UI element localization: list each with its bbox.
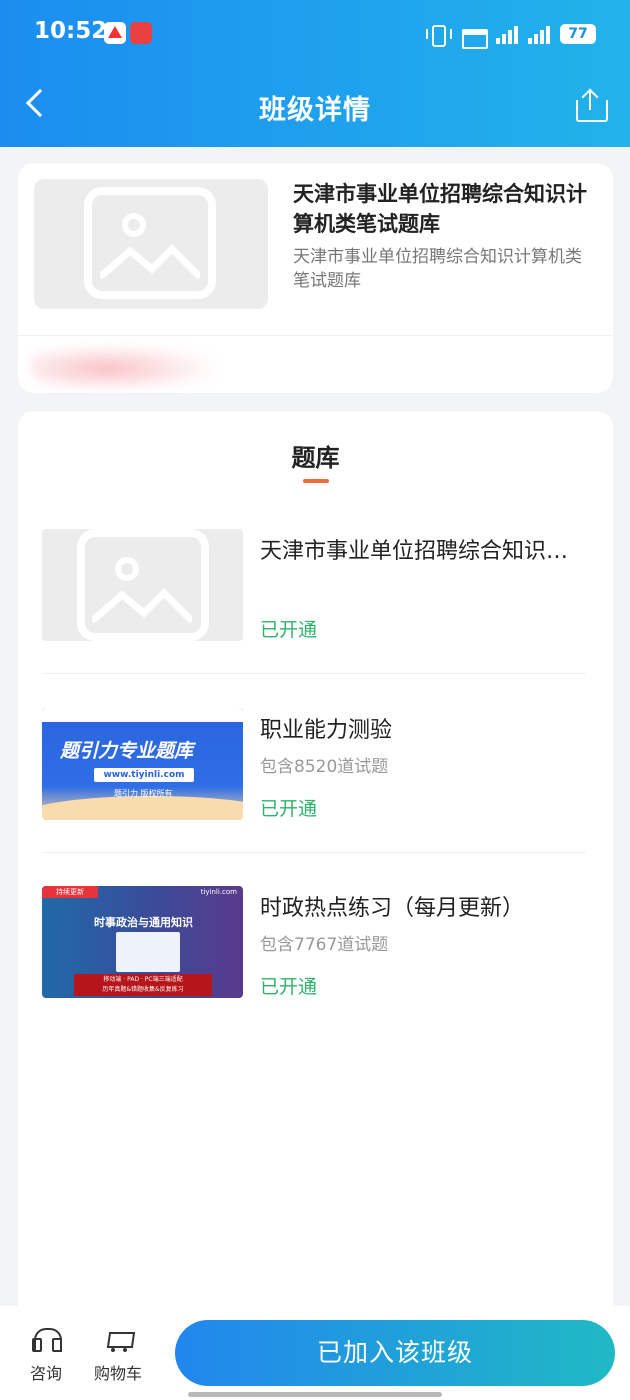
promo-owner: 题引力 版权所有: [114, 789, 173, 798]
page-title: 班级详情: [259, 95, 371, 126]
question-bank-card: 题库 天津市事业单位招聘综合知识计算机类笔试题库 已开通 题引力专业题库 www…: [18, 411, 613, 1306]
device-mockup: [116, 932, 180, 972]
promo-band-line: 历年真题&错题收集&反复练习: [102, 986, 184, 993]
class-cover-image: [34, 179, 268, 309]
consult-button[interactable]: 咨询: [16, 1326, 76, 1384]
item-status: 已开通: [260, 619, 318, 641]
list-item[interactable]: 持续更新 tiyinli.com 时事政治与通用知识 移动端 · PAD · P…: [42, 886, 586, 998]
item-title: 职业能力测验: [260, 718, 393, 743]
app-notification-icon: [130, 22, 152, 44]
class-title: 天津市事业单位招聘综合知识计算机类笔试题库: [293, 182, 587, 236]
class-info-card: 天津市事业单位招聘综合知识计算机类笔试题库 天津市事业单位招聘综合知识计算机类笔…: [18, 163, 613, 393]
consult-label: 咨询: [29, 1364, 62, 1383]
item-cover-image: 持续更新 tiyinli.com 时事政治与通用知识 移动端 · PAD · P…: [42, 886, 243, 998]
cart-button[interactable]: 购物车: [88, 1326, 148, 1384]
joined-class-button[interactable]: 已加入该班级: [175, 1320, 615, 1386]
promo-tag: 持续更新: [42, 886, 98, 898]
item-title: 时政热点练习（每月更新）: [260, 896, 525, 921]
clock: 10:52: [34, 18, 108, 44]
promo-headline: 题引力专业题库: [60, 740, 194, 762]
divider: [42, 673, 586, 674]
promo-band-line: 移动端 · PAD · PC端三端适配: [103, 976, 183, 983]
home-indicator: [188, 1392, 442, 1397]
share-icon[interactable]: [576, 88, 608, 122]
status-icons: 77: [424, 21, 596, 49]
class-subtitle: 天津市事业单位招聘综合知识计算机类笔试题库: [293, 247, 582, 291]
vibrate-icon: [424, 25, 452, 47]
nav-bar: 班级详情: [0, 78, 630, 136]
blurred-price: [30, 343, 220, 389]
cart-icon: [103, 1326, 133, 1354]
promo-site: tiyinli.com: [200, 888, 237, 896]
list-item[interactable]: 天津市事业单位招聘综合知识计算机类笔试题库 已开通: [42, 529, 590, 641]
item-cover-image: [42, 529, 243, 641]
signal-icon: [528, 24, 550, 44]
item-cover-image: 题引力专业题库 www.tiyinli.com 题引力 版权所有: [42, 708, 243, 820]
status-bar: 10:52 77: [0, 0, 630, 70]
signal-icon: [496, 24, 518, 44]
divider: [18, 335, 613, 336]
battery-icon: 77: [560, 24, 596, 44]
headset-icon: [31, 1326, 62, 1354]
app-notification-icon: [104, 22, 126, 44]
section-underline: [303, 479, 329, 483]
promo-headline: 时事政治与通用知识: [94, 916, 193, 929]
item-title: 天津市事业单位招聘综合知识计算机类笔试题库: [260, 539, 590, 564]
item-status: 已开通: [260, 798, 318, 820]
bottom-bar: 咨询 购物车 已加入该班级: [0, 1306, 630, 1400]
cart-label: 购物车: [93, 1364, 142, 1383]
header: 10:52 77 班级详情: [0, 0, 630, 147]
sleep-mode-icon: [460, 25, 488, 49]
item-status: 已开通: [260, 976, 318, 998]
item-count: 包含8520道试题: [260, 757, 389, 777]
divider: [42, 852, 586, 853]
list-item[interactable]: 题引力专业题库 www.tiyinli.com 题引力 版权所有 职业能力测验 …: [42, 708, 586, 820]
promo-band: 移动端 · PAD · PC端三端适配 历年真题&错题收集&反复练习: [74, 974, 212, 996]
item-count: 包含7767道试题: [260, 935, 389, 955]
section-title: 题库: [291, 444, 340, 472]
promo-url: www.tiyinli.com: [94, 768, 194, 782]
